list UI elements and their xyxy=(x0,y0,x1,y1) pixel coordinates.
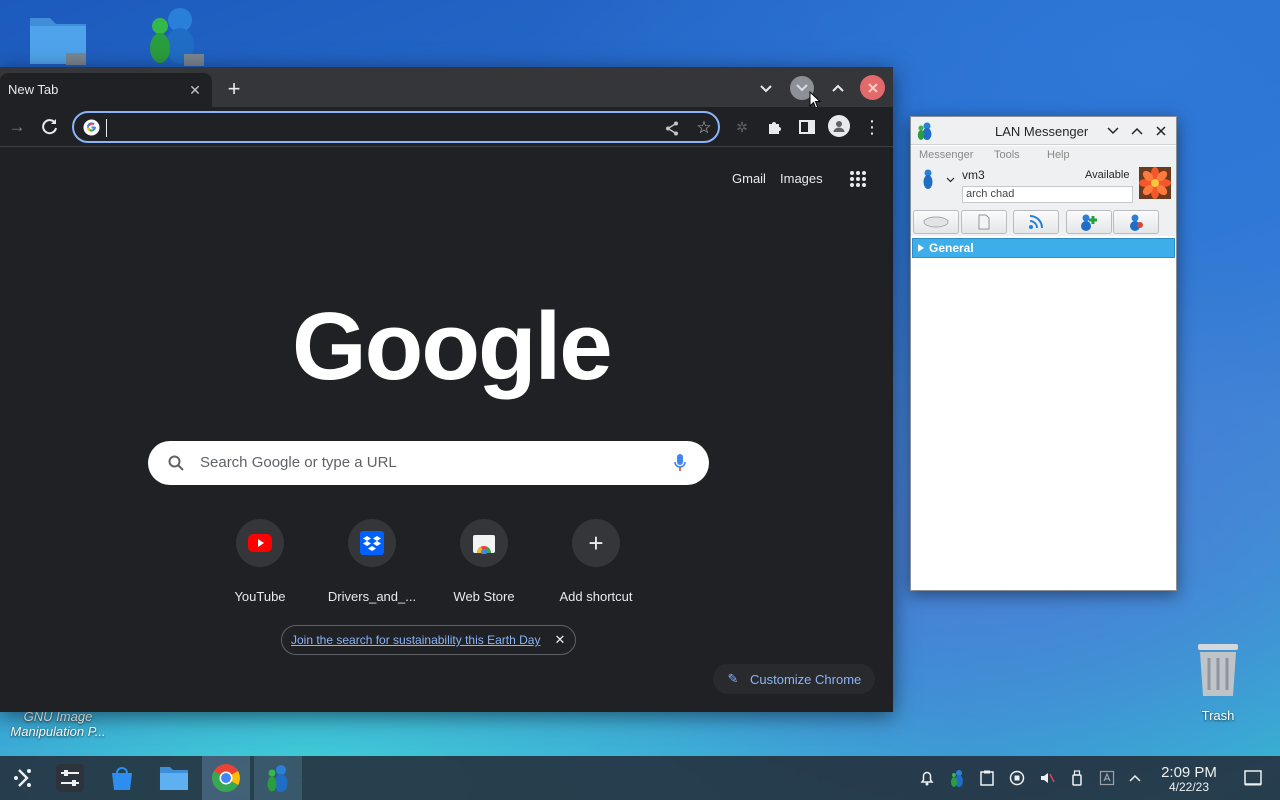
volume-muted-icon[interactable] xyxy=(1036,767,1058,789)
lan-messenger-taskbar-icon[interactable] xyxy=(254,756,302,800)
status-chevron-icon[interactable] xyxy=(943,174,957,186)
tab-strip: New Tab ✕ + xyxy=(0,67,893,110)
maximize-button[interactable] xyxy=(826,76,850,100)
trash-icon[interactable] xyxy=(1194,642,1242,698)
menu-messenger[interactable]: Messenger xyxy=(919,149,973,161)
avatar-flower-icon[interactable] xyxy=(1139,167,1171,199)
omnibox-input[interactable] xyxy=(106,119,646,137)
clock-date[interactable]: 4/22/23 xyxy=(1152,780,1226,794)
send-message-button[interactable] xyxy=(913,210,959,234)
notifications-bell-icon[interactable] xyxy=(916,767,938,789)
app-launcher-icon[interactable] xyxy=(0,756,48,800)
shortcut-youtube[interactable]: YouTube xyxy=(204,519,316,604)
lan-toolbar xyxy=(911,208,1176,236)
lan-chevron-down-icon[interactable] xyxy=(1105,123,1121,139)
loading-spinner-icon: ✲ xyxy=(736,118,748,135)
extensions-puzzle-icon[interactable] xyxy=(764,116,786,138)
file-manager-icon[interactable] xyxy=(150,756,198,800)
tab-new-tab[interactable]: New Tab ✕ xyxy=(0,73,212,107)
reload-icon[interactable] xyxy=(38,115,62,139)
lan-messenger-app-icon xyxy=(915,121,935,141)
gimp-desktop-label[interactable]: GNU Image Manipulation P... xyxy=(4,709,112,739)
customize-chrome-button[interactable]: ✎ Customize Chrome xyxy=(713,664,875,694)
lan-maximize-icon[interactable] xyxy=(1129,123,1145,139)
discover-store-icon[interactable] xyxy=(98,756,146,800)
add-plus-icon: + xyxy=(572,519,620,567)
lan-messenger-window: LAN Messenger Messenger Tools Help vm3 A… xyxy=(910,116,1177,591)
shortcut-add[interactable]: + Add shortcut xyxy=(540,519,652,604)
shortcut-label: YouTube xyxy=(234,589,286,604)
chrome-toolbar: → ☆ ✲ ⋮ xyxy=(0,107,893,147)
tab-search-chevron-icon[interactable] xyxy=(756,79,776,99)
earth-day-promo[interactable]: Join the search for sustainability this … xyxy=(281,625,576,655)
bookmark-star-icon[interactable]: ☆ xyxy=(694,118,714,138)
lan-profile-panel: vm3 Available arch chad xyxy=(911,166,1176,208)
close-tab-icon[interactable]: ✕ xyxy=(186,81,204,99)
contact-settings-button[interactable] xyxy=(1113,210,1159,234)
add-contact-button[interactable] xyxy=(1066,210,1112,234)
google-search-box[interactable]: Search Google or type a URL xyxy=(148,441,709,485)
folder-desktop-icon[interactable] xyxy=(28,12,88,66)
group-label: General xyxy=(929,241,974,255)
clipboard-icon[interactable] xyxy=(976,767,998,789)
voice-search-mic-icon[interactable] xyxy=(670,453,690,473)
close-window-button[interactable] xyxy=(860,75,885,100)
chrome-menu-icon[interactable]: ⋮ xyxy=(862,116,882,138)
gmail-link[interactable]: Gmail xyxy=(732,171,766,186)
broadcast-button[interactable] xyxy=(1013,210,1059,234)
media-stop-icon[interactable] xyxy=(1006,767,1028,789)
search-icon xyxy=(166,453,186,473)
chrome-taskbar-icon[interactable] xyxy=(202,756,250,800)
menu-tools[interactable]: Tools xyxy=(994,149,1020,161)
taskbar xyxy=(0,756,1280,800)
search-placeholder: Search Google or type a URL xyxy=(200,454,397,471)
lan-messenger-tray-icon[interactable] xyxy=(946,767,968,789)
omnibox[interactable]: ☆ xyxy=(72,111,720,143)
user-name: vm3 xyxy=(962,168,985,182)
clock-time[interactable]: 2:09 PM xyxy=(1152,764,1226,781)
chrome-window: New Tab ✕ + → ☆ ✲ ⋮ Gmail Images Google … xyxy=(0,67,893,712)
user-status: Available xyxy=(1085,169,1130,181)
show-desktop-icon[interactable] xyxy=(1242,767,1264,789)
lan-close-icon[interactable] xyxy=(1153,123,1169,139)
system-settings-icon[interactable] xyxy=(46,756,94,800)
promo-link[interactable]: Join the search for sustainability this … xyxy=(291,633,540,647)
new-tab-plus-icon[interactable]: + xyxy=(222,76,246,101)
images-link[interactable]: Images xyxy=(780,171,823,186)
lan-messenger-desktop-icon[interactable] xyxy=(144,6,206,66)
youtube-icon xyxy=(236,519,284,567)
input-method-icon[interactable] xyxy=(1096,767,1118,789)
profile-avatar-icon[interactable] xyxy=(828,115,850,137)
share-icon[interactable] xyxy=(662,118,682,138)
shortcut-web-store[interactable]: Web Store xyxy=(428,519,540,604)
shortcut-dropbox[interactable]: Drivers_and_... xyxy=(316,519,428,604)
send-file-button[interactable] xyxy=(961,210,1007,234)
tray-expand-chevron-icon[interactable] xyxy=(1124,767,1146,789)
lan-menubar: Messenger Tools Help xyxy=(911,146,1176,166)
google-logo: Google xyxy=(292,293,613,400)
dropbox-icon xyxy=(348,519,396,567)
user-note-field[interactable]: arch chad xyxy=(962,186,1133,203)
trash-label[interactable]: Trash xyxy=(1188,708,1248,723)
user-status-icon[interactable] xyxy=(919,168,937,190)
forward-arrow-icon[interactable]: → xyxy=(6,116,28,138)
lan-window-title: LAN Messenger xyxy=(995,124,1089,139)
shortcut-label: Web Store xyxy=(453,589,515,604)
customize-label: Customize Chrome xyxy=(750,672,862,687)
expand-triangle-icon[interactable] xyxy=(916,243,926,253)
shortcut-label: Add shortcut xyxy=(559,589,633,604)
usb-device-icon[interactable] xyxy=(1066,767,1088,789)
menu-help[interactable]: Help xyxy=(1047,149,1070,161)
google-apps-grid-icon[interactable] xyxy=(846,167,870,191)
web-store-icon xyxy=(460,519,508,567)
google-g-icon xyxy=(82,118,100,136)
group-general[interactable]: General xyxy=(912,238,1175,258)
lan-titlebar[interactable]: LAN Messenger xyxy=(911,117,1176,145)
side-panel-icon[interactable] xyxy=(796,116,818,138)
shortcut-label: Drivers_and_... xyxy=(327,589,417,604)
close-promo-icon[interactable]: ✕ xyxy=(552,632,568,648)
pencil-icon: ✎ xyxy=(727,671,739,686)
tab-title: New Tab xyxy=(8,82,59,97)
